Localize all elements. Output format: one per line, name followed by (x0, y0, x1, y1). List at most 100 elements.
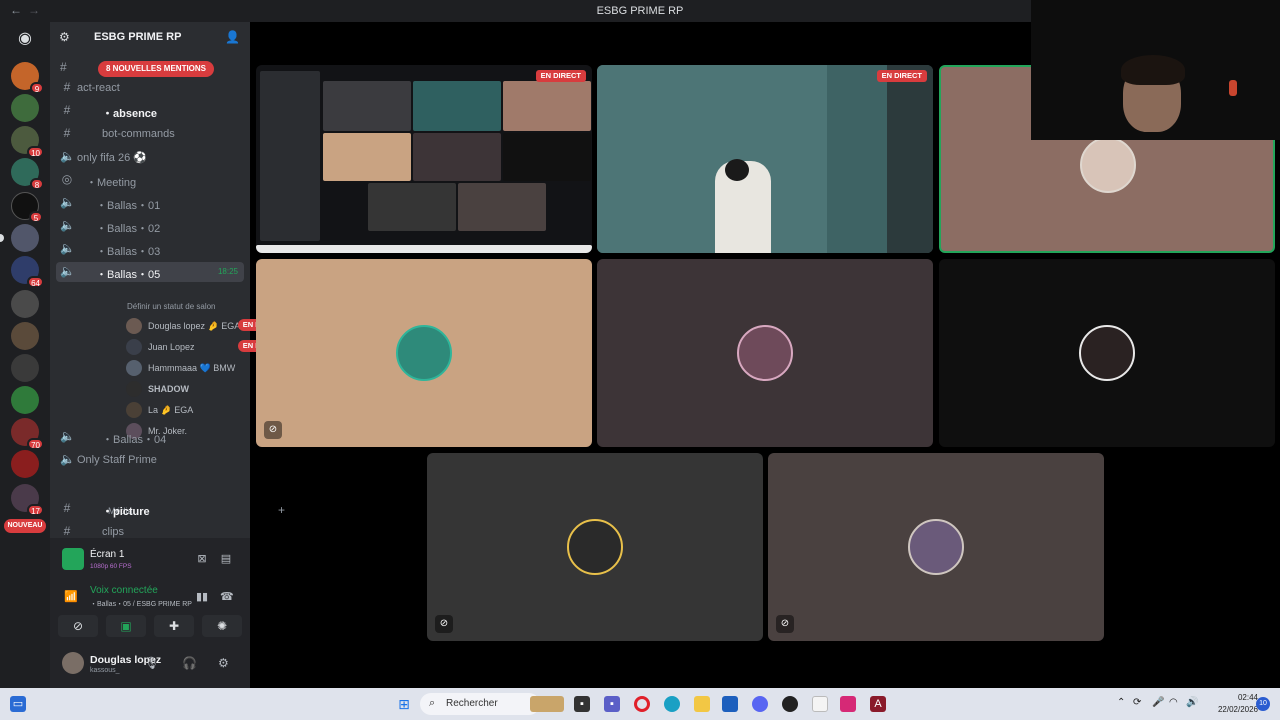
camera-off-icon: ⊘ (776, 615, 794, 633)
clock-time: 02:44 (1237, 693, 1258, 702)
speaker-icon: 🔈 (60, 218, 75, 232)
activities-button[interactable]: ✚ (154, 615, 194, 637)
avatar (567, 519, 623, 575)
guild-header[interactable]: ⚙ ESBG PRIME RP 👤 (50, 22, 250, 54)
screen-share-button[interactable]: ▣ (106, 615, 146, 637)
stream-settings-icon[interactable]: ▤ (218, 552, 234, 566)
avatar (908, 519, 964, 575)
voice-connected-status[interactable]: Voix connectée (90, 585, 158, 596)
voice-channel-ballas-05[interactable]: 🔈 ・Ballas・05 18:25 (56, 262, 244, 282)
stage-channel-meeting[interactable]: ◎ ・Meeting (56, 170, 244, 190)
search-icon: ⌕ (429, 697, 436, 709)
discord-home-icon[interactable]: ◉ (13, 28, 37, 48)
stop-stream-icon[interactable]: ⊠ (194, 552, 210, 566)
channel-label: ・Ballas・01 (96, 200, 161, 212)
user-tile[interactable] (597, 259, 933, 447)
taskbar-app-icon[interactable]: ▭ (10, 696, 26, 712)
create-channel-icon[interactable]: + (278, 503, 285, 517)
voice-channel-only-fifa[interactable]: 🔈 only fifa 26 ⚽ (56, 147, 244, 167)
notification-count[interactable]: 10 (1256, 697, 1270, 711)
server-icon[interactable] (11, 354, 39, 382)
app-icon[interactable] (782, 696, 798, 712)
speaker-icon: 🔈 (60, 429, 75, 443)
server-icon[interactable]: 70 (11, 418, 44, 450)
noise-suppression-icon[interactable]: ▮▮ (196, 590, 208, 603)
voice-channel-ballas-04[interactable]: 🔈 ・Ballas・04 (56, 427, 244, 447)
teams-icon[interactable]: ▪ (604, 696, 620, 712)
avatar (396, 325, 452, 381)
unread-badge: 10 (27, 146, 44, 158)
channel-label: clips (102, 526, 125, 538)
gear-icon[interactable]: ⚙ (218, 656, 229, 670)
opera-icon[interactable] (634, 696, 650, 712)
user-tile[interactable]: ⊘ (427, 453, 763, 641)
unread-badge: 17 (27, 504, 44, 516)
server-icon[interactable]: 64 (11, 256, 44, 288)
file-explorer-icon[interactable] (694, 696, 710, 712)
speaker-icon: 🔈 (60, 264, 75, 278)
channel-label: ・Ballas・02 (96, 223, 161, 235)
server-icon[interactable] (11, 224, 39, 252)
user-tile[interactable]: ⊘ (256, 259, 592, 447)
connection-signal-icon[interactable]: 📶 (64, 590, 78, 603)
taskbar-clock[interactable]: 02:44 22/02/2026 (1198, 692, 1258, 716)
stream-thumbnail (62, 548, 84, 570)
server-icon[interactable] (11, 386, 39, 414)
taskbar-search[interactable]: ⌕ Rechercher (420, 693, 540, 715)
disconnect-icon[interactable]: ☎ (220, 590, 234, 603)
user-tile[interactable]: ⊘ (768, 453, 1104, 641)
new-badge: NOUVEAU (4, 519, 46, 533)
server-icon[interactable] (11, 322, 39, 350)
stream-preview-card[interactable]: Écran 1 1080p 60 FPS ⊠ ▤ (58, 544, 242, 578)
sync-icon[interactable]: ⟳ (1133, 697, 1141, 708)
server-icon[interactable]: 5 (11, 192, 43, 223)
channel-label: ・picture (102, 506, 150, 518)
channel-absence[interactable]: # ・absence (56, 101, 244, 121)
server-icon[interactable]: 17 (11, 484, 44, 516)
edge-icon[interactable] (664, 696, 680, 712)
server-icon[interactable]: 8 (11, 158, 44, 190)
stream-tile-screen[interactable]: EN DIRECT (256, 65, 592, 253)
stream-tile-game[interactable]: EN DIRECT (597, 65, 933, 253)
task-view-icon[interactable]: ▪ (574, 696, 590, 712)
notepad-icon[interactable] (812, 696, 828, 712)
channel-timer: 18:25 (217, 267, 238, 276)
instagram-icon[interactable] (840, 696, 856, 712)
wifi-icon[interactable]: ◠ (1169, 697, 1178, 708)
widget-icon[interactable] (530, 696, 564, 712)
avatar[interactable] (62, 652, 84, 674)
camera-off-button[interactable]: ⊘ (58, 615, 98, 637)
channel-act-react[interactable]: # act-react (56, 78, 244, 98)
microphone-icon[interactable]: 🎤 (1152, 697, 1164, 708)
start-icon[interactable]: ⊞ (396, 696, 412, 712)
server-icon[interactable] (11, 290, 39, 318)
channel-picture[interactable]: # ・picture (56, 499, 244, 519)
server-settings-icon[interactable]: ⚙ (59, 30, 70, 44)
game-wall-edge (887, 65, 933, 253)
microphone-icon[interactable]: 🎙 (144, 656, 159, 670)
chevron-up-icon[interactable]: ⌃ (1117, 697, 1125, 708)
server-icon[interactable]: 10 (11, 126, 44, 158)
add-member-icon[interactable]: 👤 (225, 30, 240, 44)
channel-status-prompt[interactable]: Définir un statut de salon (127, 302, 216, 311)
soundboard-button[interactable]: ✺ (202, 615, 242, 637)
voice-channel-ballas-02[interactable]: 🔈 ・Ballas・02 (56, 216, 244, 236)
voice-channel-ballas-01[interactable]: 🔈 ・Ballas・01 (56, 193, 244, 213)
store-icon[interactable] (722, 696, 738, 712)
new-mentions-pill[interactable]: 8 NOUVELLES MENTIONS (98, 61, 215, 77)
headphones-icon[interactable]: 🎧 (182, 656, 197, 670)
server-icon[interactable] (11, 450, 39, 478)
server-icon[interactable] (11, 94, 39, 122)
voice-channel-only-staff[interactable]: 🔈 Only Staff Prime (56, 450, 244, 470)
server-icon[interactable]: 9 (11, 62, 44, 94)
volume-icon[interactable]: 🔊 (1186, 697, 1198, 708)
discord-taskbar-icon[interactable] (752, 696, 768, 712)
app-icon[interactable]: A (870, 696, 886, 712)
voice-user-name: La 🤌 EGA (148, 405, 194, 415)
unread-badge: 8 (30, 178, 44, 190)
speaker-icon: 🔈 (60, 452, 75, 466)
user-tile[interactable] (939, 259, 1275, 447)
channel-bot-commands[interactable]: # bot-commands (56, 124, 244, 144)
speaker-icon: 🔈 (60, 241, 75, 255)
voice-channel-ballas-03[interactable]: 🔈 ・Ballas・03 (56, 239, 244, 259)
